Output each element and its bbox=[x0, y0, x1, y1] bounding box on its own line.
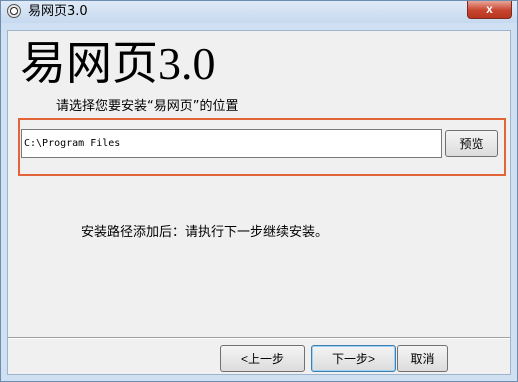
footer-divider bbox=[8, 337, 510, 339]
instruction-text: 安装路径添加后：请执行下一步继续安装。 bbox=[81, 225, 329, 240]
installer-window: 易网页3.0 x 易网页3.0 请选择您要安装“易网页”的位置 预览 安装路径添… bbox=[0, 0, 518, 382]
install-path-input[interactable] bbox=[21, 129, 442, 158]
installer-content: 易网页3.0 请选择您要安装“易网页”的位置 预览 安装路径添加后：请执行下一步… bbox=[7, 30, 511, 375]
browse-button[interactable]: 预览 bbox=[445, 130, 498, 157]
cancel-button[interactable]: 取消 bbox=[397, 345, 448, 372]
close-button[interactable]: x bbox=[467, 1, 512, 19]
page-title: 易网页3.0 bbox=[20, 38, 216, 89]
window-title: 易网页3.0 bbox=[28, 4, 88, 19]
previous-button[interactable]: <上一步 bbox=[220, 345, 305, 372]
next-button[interactable]: 下一步> bbox=[311, 345, 396, 372]
app-icon[interactable] bbox=[7, 4, 21, 18]
install-location-label: 请选择您要安装“易网页”的位置 bbox=[56, 99, 239, 114]
close-icon: x bbox=[486, 2, 493, 16]
title-bar[interactable]: 易网页3.0 x bbox=[1, 1, 517, 23]
